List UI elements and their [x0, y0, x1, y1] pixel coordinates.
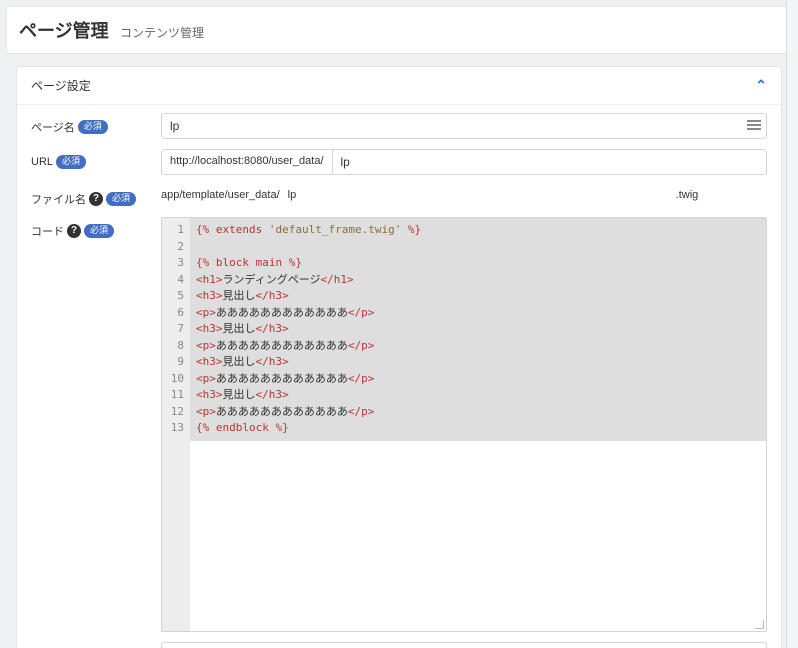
required-badge: 必須	[56, 155, 86, 169]
row-delivery: お届け先入力フォームを表示する商品選択 彩のジェラートCUBE ▾	[31, 642, 767, 648]
row-code: コード ? 必須 12345678910111213 {% extends 'd…	[31, 217, 767, 632]
row-filename: ファイル名 ? 必須 app/template/user_data/ lp .t…	[31, 185, 767, 207]
section-title: ページ設定	[31, 77, 91, 94]
page-settings-header[interactable]: ページ設定 ⌃	[17, 67, 781, 105]
scrollbar-track[interactable]	[786, 0, 798, 648]
page-name-input[interactable]	[161, 113, 767, 139]
page-header: ページ管理 コンテンツ管理	[6, 6, 792, 54]
filename-ext: .twig	[676, 189, 699, 201]
page-settings-card: ページ設定 ⌃ ページ名 必須 URL 必須 http:	[16, 66, 782, 648]
code-editor[interactable]: 12345678910111213 {% extends 'default_fr…	[161, 217, 767, 632]
row-url: URL 必須 http://localhost:8080/user_data/	[31, 149, 767, 175]
required-badge: 必須	[84, 224, 114, 238]
row-page-name: ページ名 必須	[31, 113, 767, 139]
list-icon[interactable]	[747, 120, 761, 132]
help-icon[interactable]: ?	[67, 224, 81, 238]
resize-handle-icon[interactable]	[754, 619, 764, 629]
label-page-name: ページ名	[31, 119, 75, 135]
delivery-select[interactable]: 彩のジェラートCUBE	[161, 642, 767, 648]
code-gutter: 12345678910111213	[162, 218, 190, 631]
page-title: ページ管理	[19, 17, 109, 43]
required-badge: 必須	[106, 192, 136, 206]
code-lines[interactable]: {% extends 'default_frame.twig' %}{% blo…	[190, 218, 766, 441]
url-input[interactable]	[332, 149, 768, 175]
url-prefix: http://localhost:8080/user_data/	[161, 149, 332, 175]
page-subtitle: コンテンツ管理	[120, 26, 204, 40]
label-code: コード	[31, 223, 64, 239]
code-empty-area[interactable]	[190, 441, 766, 631]
filename-prefix: app/template/user_data/	[161, 189, 280, 201]
chevron-up-icon[interactable]: ⌃	[755, 77, 767, 94]
label-filename: ファイル名	[31, 191, 86, 207]
required-badge: 必須	[78, 120, 108, 134]
filename-value: lp	[288, 189, 668, 201]
help-icon[interactable]: ?	[89, 192, 103, 206]
label-url: URL	[31, 156, 53, 168]
